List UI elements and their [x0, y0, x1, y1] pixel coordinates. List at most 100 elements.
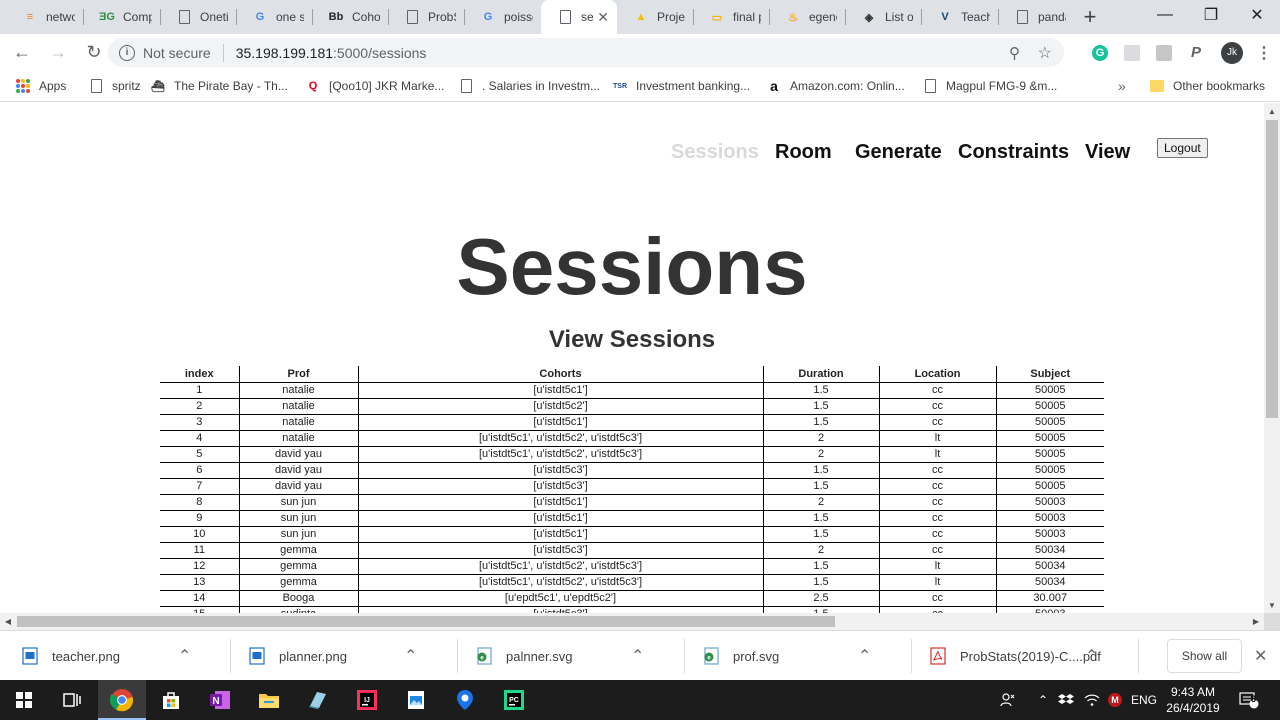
chevron-up-icon[interactable]: ⌃ [858, 646, 871, 666]
browser-tab[interactable]: Gone sy [236, 0, 312, 34]
tab-title: egend [809, 10, 837, 24]
action-center-icon[interactable]: 8 [1236, 680, 1262, 720]
other-bookmarks-folder[interactable]: Other bookmarks [1150, 79, 1265, 93]
bookmark-item[interactable]: ⛴ The Pirate Bay - Th... [150, 78, 288, 94]
chevron-up-icon[interactable]: ⌃ [1085, 646, 1098, 666]
scroll-left-icon[interactable]: ◀ [0, 613, 16, 630]
bookmark-item[interactable]: a Amazon.com: Onlin... [766, 78, 905, 94]
task-view-button[interactable] [48, 680, 96, 720]
profile-avatar[interactable]: Jk [1216, 37, 1248, 69]
taskbar-clock[interactable]: 9:43 AM 26/4/2019 [1163, 684, 1223, 716]
svg-file-icon: e [703, 647, 719, 665]
nav-link-room[interactable]: Room [775, 141, 832, 164]
close-window-button[interactable]: ✕ [1234, 0, 1280, 30]
browser-tab[interactable]: Gpoisso [464, 0, 541, 34]
browser-tab[interactable]: V Teache [921, 0, 998, 34]
table-cell: 15 [160, 606, 239, 613]
tab-title: netwo [46, 10, 75, 24]
chevron-up-icon[interactable]: ⌃ [178, 646, 191, 666]
scroll-up-icon[interactable]: ▲ [1264, 103, 1280, 119]
taskbar-maps[interactable] [441, 680, 489, 720]
address-bar[interactable]: i Not secure 35.198.199.181:5000/session… [108, 38, 1064, 67]
close-shelf-icon[interactable]: ✕ [1254, 646, 1267, 666]
browser-tab[interactable]: panda [998, 0, 1074, 34]
taskbar-onenote[interactable]: N [196, 680, 244, 720]
nav-link-view[interactable]: View [1085, 141, 1130, 164]
new-tab-button[interactable]: + [1074, 0, 1106, 34]
nav-link-sessions[interactable]: Sessions [671, 141, 759, 164]
taskbar-pycharm[interactable]: PC [490, 680, 538, 720]
page-icon [458, 78, 474, 94]
bookmark-label: . Salaries in Investm... [482, 79, 601, 93]
browser-tab[interactable]: ProbSt [388, 0, 464, 34]
scroll-right-icon[interactable]: ▶ [1248, 613, 1264, 630]
wifi-icon[interactable] [1082, 680, 1102, 720]
browser-tab[interactable]: ≡ netwo [6, 0, 83, 34]
bookmarks-overflow-icon[interactable]: » [1118, 78, 1126, 94]
browser-tab[interactable]: ▭ final p [693, 0, 769, 34]
reload-button[interactable]: ↻ [78, 37, 110, 69]
forward-button[interactable]: → [42, 37, 74, 69]
bookmark-item[interactable]: spritz [88, 78, 141, 94]
bookmark-item[interactable]: Q [Qoo10] JKR Marke... [305, 78, 445, 94]
vertical-scrollbar[interactable]: ▲ ▼ [1264, 103, 1280, 613]
bookmark-label: Amazon.com: Onlin... [790, 79, 905, 93]
start-button[interactable] [0, 680, 48, 720]
menu-kebab-icon[interactable]: ⋮ [1248, 37, 1280, 69]
nav-link-generate[interactable]: Generate [855, 141, 942, 164]
restore-button[interactable]: ❐ [1188, 0, 1234, 30]
browser-tab[interactable]: ƎG Comp [83, 0, 160, 34]
info-icon[interactable]: i [119, 44, 135, 61]
mcafee-icon[interactable]: M [1106, 680, 1124, 720]
tray-overflow-icon[interactable]: ⌃ [1034, 680, 1052, 720]
taskbar-store[interactable] [147, 680, 195, 720]
horizontal-scrollbar[interactable]: ◀ ▶ [0, 613, 1264, 630]
minimize-button[interactable]: — [1142, 0, 1188, 30]
bookmark-item[interactable]: . Salaries in Investm... [458, 78, 600, 94]
table-cell: gemma [238, 558, 358, 575]
browser-tab[interactable]: ses✕ [541, 0, 617, 34]
screenshot-extension-icon[interactable] [1148, 37, 1180, 69]
vertical-scroll-thumb[interactable] [1266, 120, 1278, 418]
taskbar-app[interactable] [294, 680, 342, 720]
scroll-down-icon[interactable]: ▼ [1264, 597, 1280, 613]
zoom-icon[interactable]: ⚲ [1009, 44, 1020, 62]
download-item[interactable]: e prof.svg ⌃ [703, 631, 908, 681]
download-item[interactable]: ProbStats(2019)-C....pdf ⌃ [930, 631, 1135, 681]
logout-button[interactable]: Logout [1157, 138, 1208, 158]
people-icon[interactable] [996, 680, 1020, 720]
bookmark-item[interactable]: Apps [15, 78, 66, 94]
table-cell: 50005 [995, 430, 1104, 447]
download-item[interactable]: planner.png ⌃ [249, 631, 454, 681]
dropbox-icon[interactable] [1056, 680, 1076, 720]
extension-icon[interactable] [1116, 37, 1148, 69]
browser-tab[interactable]: Bb Cohor [312, 0, 388, 34]
download-item[interactable]: teacher.png ⌃ [22, 631, 227, 681]
table-cell: [u'istdt5c2'] [357, 398, 763, 415]
browser-tab[interactable]: ▲ Projec [617, 0, 693, 34]
language-indicator[interactable]: ENG [1130, 680, 1158, 720]
nav-link-constraints[interactable]: Constraints [958, 141, 1069, 164]
store-icon [163, 692, 179, 709]
close-tab-icon[interactable]: ✕ [597, 9, 609, 26]
show-all-downloads-button[interactable]: Show all [1167, 639, 1242, 673]
bookmark-item[interactable]: Magpul FMG-9 &m... [922, 78, 1057, 94]
browser-tab[interactable]: ♨ egend [769, 0, 845, 34]
table-cell: 2 [762, 446, 879, 463]
table-cell: 2 [160, 398, 239, 415]
grammarly-extension-icon[interactable]: G [1084, 37, 1116, 69]
browser-tab[interactable]: ◈ List of [845, 0, 921, 34]
bookmark-star-icon[interactable]: ☆ [1038, 43, 1052, 63]
horizontal-scroll-thumb[interactable] [17, 616, 835, 627]
back-button[interactable]: ← [6, 37, 38, 69]
bookmark-item[interactable]: TSR Investment banking... [612, 78, 750, 94]
browser-tab[interactable]: Onetin [160, 0, 236, 34]
taskbar-image-viewer[interactable] [392, 680, 440, 720]
taskbar-chrome[interactable] [98, 680, 146, 720]
taskbar-file-explorer[interactable] [245, 680, 293, 720]
download-item[interactable]: e palnner.svg ⌃ [476, 631, 681, 681]
taskbar-intellij[interactable]: IJ [343, 680, 391, 720]
chevron-up-icon[interactable]: ⌃ [404, 646, 417, 666]
chevron-up-icon[interactable]: ⌃ [631, 646, 644, 666]
paypal-extension-icon[interactable]: P [1180, 37, 1212, 69]
